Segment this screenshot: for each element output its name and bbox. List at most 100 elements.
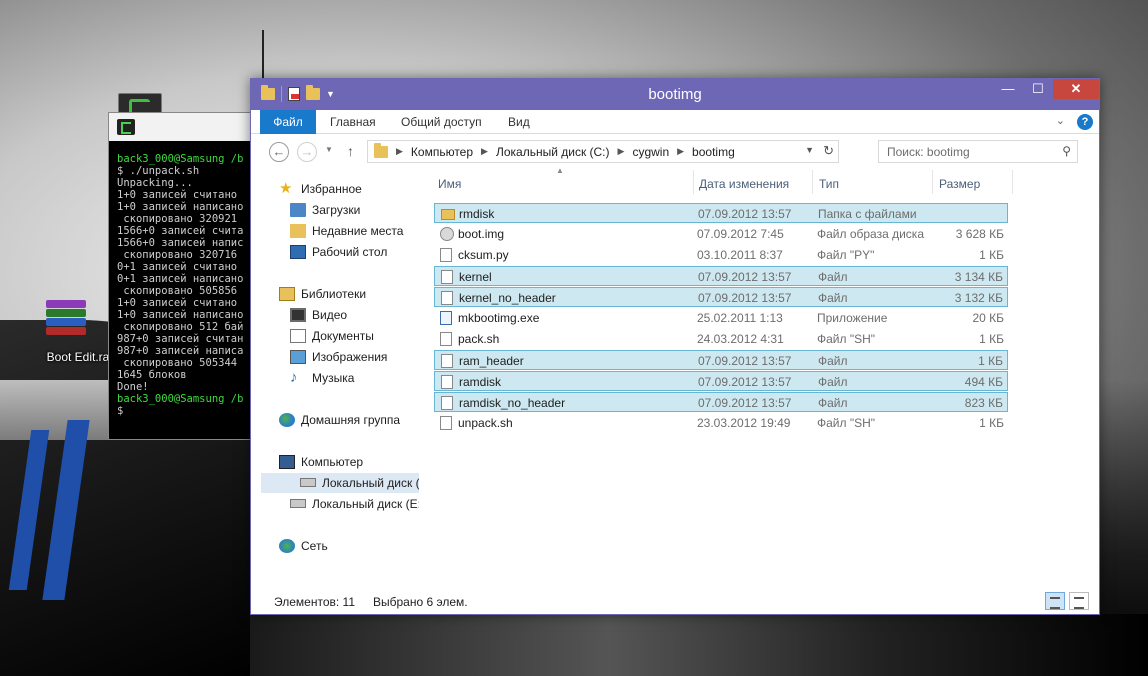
tab-view[interactable]: Вид bbox=[508, 110, 530, 134]
nav-video[interactable]: Видео bbox=[251, 305, 419, 325]
search-icon[interactable]: ⚲ bbox=[1062, 144, 1071, 158]
forward-button[interactable]: → bbox=[297, 142, 317, 162]
terminal-line: скопировано 320921 bbox=[117, 213, 238, 225]
nav-desktop[interactable]: Рабочий стол bbox=[251, 242, 419, 262]
nav-drive-c[interactable]: Локальный диск (C:) bbox=[261, 473, 419, 493]
recent-locations-icon[interactable]: ▼ bbox=[325, 145, 333, 154]
expand-ribbon-icon[interactable]: ⌄ bbox=[1056, 114, 1065, 127]
breadcrumb-drive-c[interactable]: Локальный диск (C:) bbox=[496, 145, 610, 159]
file-row[interactable]: kernel 07.09.2012 13:57 Файл 3 134 КБ bbox=[434, 266, 1008, 286]
help-icon[interactable]: ? bbox=[1077, 114, 1093, 130]
nav-images[interactable]: Изображения bbox=[251, 347, 419, 367]
refresh-icon[interactable]: ↻ bbox=[823, 143, 834, 159]
file-type: Файл bbox=[818, 270, 848, 284]
nav-computer[interactable]: Компьютер bbox=[251, 452, 419, 472]
column-type[interactable]: Тип bbox=[819, 174, 839, 194]
navigation-pane: ★ Избранное Загрузки Недавние места Рабоч… bbox=[251, 170, 419, 590]
address-bar[interactable]: ▶ Компьютер ▶ Локальный диск (C:) ▶ cygw… bbox=[367, 140, 839, 163]
file-row[interactable]: mkbootimg.exe 25.02.2011 1:13 Приложение 20… bbox=[434, 308, 1008, 328]
file-type: Файл bbox=[818, 291, 848, 305]
file-name: mkbootimg.exe bbox=[458, 311, 540, 325]
file-size: 494 КБ bbox=[964, 375, 1003, 389]
file-row[interactable]: boot.img 07.09.2012 7:45 Файл образа диска… bbox=[434, 224, 1008, 244]
column-name[interactable]: Имя bbox=[438, 174, 461, 194]
file-row[interactable]: ramdisk 07.09.2012 13:57 Файл 494 КБ bbox=[434, 371, 1008, 391]
breadcrumb-computer[interactable]: Компьютер bbox=[411, 145, 473, 159]
tab-file[interactable]: Файл bbox=[260, 110, 316, 134]
nav-recent[interactable]: Недавние места bbox=[251, 221, 419, 241]
breadcrumb-cygwin[interactable]: cygwin bbox=[632, 145, 669, 159]
file-icon bbox=[441, 396, 453, 410]
nav-favorites[interactable]: ★ Избранное bbox=[251, 179, 419, 199]
file-size: 1 КБ bbox=[978, 354, 1003, 368]
explorer-window[interactable]: ▼ bootimg — ☐ ✕ Файл Главная Общий досту… bbox=[250, 78, 1100, 615]
item-count: Элементов: 11 bbox=[274, 595, 355, 609]
terminal-output[interactable]: back3_000@Samsung /b $ ./unpack.sh Unpacki… bbox=[109, 141, 259, 417]
nav-music[interactable]: ♪ Музыка bbox=[251, 368, 419, 388]
drive-icon bbox=[300, 478, 316, 488]
column-size[interactable]: Размер bbox=[939, 174, 980, 194]
terminal-line: 1566+0 записей счита bbox=[117, 225, 244, 237]
file-row[interactable]: cksum.py 03.10.2011 8:37 Файл "PY" 1 КБ bbox=[434, 245, 1008, 265]
desktop-file-boot-edit-rar[interactable]: Boot Edit.rar bbox=[40, 300, 113, 364]
terminal-line: Unpacking... bbox=[117, 177, 193, 189]
terminal-line: $ bbox=[117, 405, 130, 417]
file-name: kernel_no_header bbox=[459, 291, 556, 305]
file-date: 07.09.2012 13:57 bbox=[698, 396, 792, 410]
file-name: ramdisk bbox=[459, 375, 502, 389]
file-icon bbox=[440, 248, 452, 262]
file-row[interactable]: pack.sh 24.03.2012 4:31 Файл "SH" 1 КБ bbox=[434, 329, 1008, 349]
file-icon bbox=[441, 375, 453, 389]
file-type: Файл bbox=[818, 375, 848, 389]
back-button[interactable]: ← bbox=[269, 142, 289, 162]
tab-share[interactable]: Общий доступ bbox=[401, 110, 482, 134]
file-date: 07.09.2012 13:57 bbox=[698, 354, 792, 368]
network-icon bbox=[279, 538, 295, 553]
tab-home[interactable]: Главная bbox=[330, 110, 376, 134]
column-date[interactable]: Дата изменения bbox=[699, 174, 789, 194]
search-input[interactable]: Поиск: bootimg ⚲ bbox=[878, 140, 1078, 163]
minimize-button[interactable]: — bbox=[993, 79, 1023, 99]
file-date: 24.03.2012 4:31 bbox=[697, 332, 784, 346]
nav-homegroup[interactable]: Домашняя группа bbox=[251, 410, 419, 430]
terminal-titlebar[interactable] bbox=[109, 113, 259, 141]
file-name: cksum.py bbox=[458, 248, 509, 262]
breadcrumb-bootimg[interactable]: bootimg bbox=[692, 145, 735, 159]
details-view-button[interactable] bbox=[1045, 592, 1065, 610]
file-name: ram_header bbox=[459, 354, 524, 368]
large-icons-view-button[interactable] bbox=[1069, 592, 1089, 610]
nav-network[interactable]: Сеть bbox=[251, 536, 419, 556]
file-type: Файл "PY" bbox=[817, 248, 875, 262]
file-size: 823 КБ bbox=[964, 396, 1003, 410]
file-size: 3 132 КБ bbox=[954, 291, 1003, 305]
address-dropdown-icon[interactable]: ▼ bbox=[805, 145, 814, 155]
file-date: 07.09.2012 13:57 bbox=[698, 207, 792, 221]
nav-documents[interactable]: Документы bbox=[251, 326, 419, 346]
file-type: Приложение bbox=[817, 311, 888, 325]
file-name: boot.img bbox=[458, 227, 505, 241]
maximize-button[interactable]: ☐ bbox=[1023, 79, 1053, 99]
nav-downloads[interactable]: Загрузки bbox=[251, 200, 419, 220]
recent-places-icon bbox=[290, 223, 306, 238]
up-button[interactable]: ↑ bbox=[347, 143, 354, 159]
file-row[interactable]: ram_header 07.09.2012 13:57 Файл 1 КБ bbox=[434, 350, 1008, 370]
terminal-line: 0+1 записей считано bbox=[117, 261, 238, 273]
cygwin-terminal-window[interactable]: back3_000@Samsung /b $ ./unpack.sh Unpacki… bbox=[108, 112, 260, 440]
file-row[interactable]: kernel_no_header 07.09.2012 13:57 Файл 3 13… bbox=[434, 287, 1008, 307]
explorer-titlebar[interactable]: ▼ bootimg — ☐ ✕ bbox=[251, 79, 1099, 110]
file-type: Файл bbox=[818, 396, 848, 410]
computer-icon bbox=[279, 454, 295, 469]
file-row[interactable]: ramdisk_no_header 07.09.2012 13:57 Файл 823… bbox=[434, 392, 1008, 412]
file-name: rmdisk bbox=[459, 207, 495, 221]
file-row[interactable]: unpack.sh 23.03.2012 19:49 Файл "SH" 1 КБ bbox=[434, 413, 1008, 433]
terminal-line: 1+0 записей написано bbox=[117, 309, 244, 321]
file-list: ▲ Имя Дата изменения Тип Размер rmdisk 07… bbox=[419, 166, 1099, 590]
homegroup-icon bbox=[279, 412, 295, 427]
nav-drive-e[interactable]: Локальный диск (E:) bbox=[251, 494, 419, 514]
file-row[interactable]: rmdisk 07.09.2012 13:57 Папка с файлами bbox=[434, 203, 1008, 223]
video-icon bbox=[290, 307, 306, 322]
nav-libraries[interactable]: Библиотеки bbox=[251, 284, 419, 304]
downloads-icon bbox=[290, 202, 306, 217]
file-name: pack.sh bbox=[458, 332, 500, 346]
close-button[interactable]: ✕ bbox=[1053, 79, 1099, 99]
